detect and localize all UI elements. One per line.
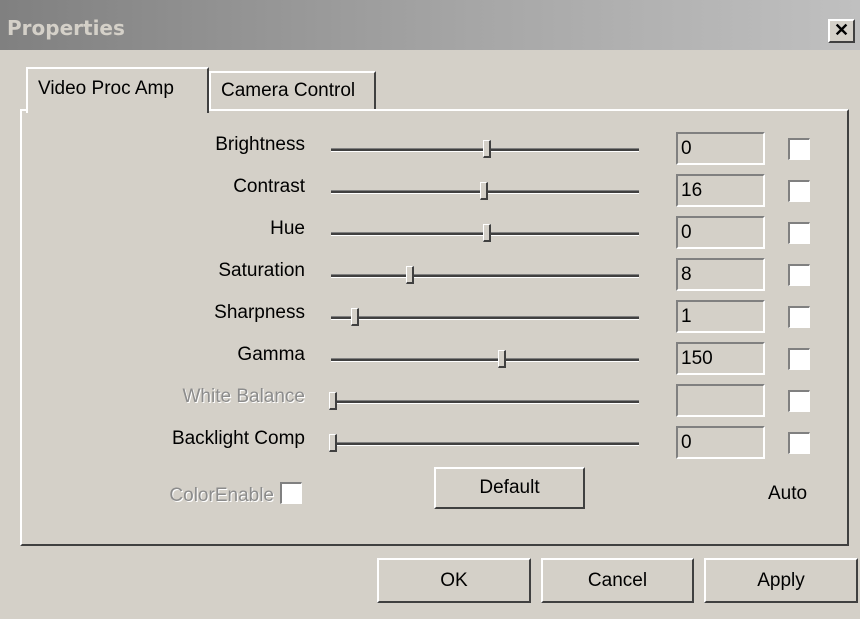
window-title: Properties	[7, 16, 125, 40]
cancel-button[interactable]: Cancel	[541, 558, 694, 603]
title-bar: Properties ✕	[0, 0, 860, 50]
tab-video-proc-amp[interactable]: Video Proc Amp	[26, 67, 209, 113]
tab-camera-control[interactable]: Camera Control	[209, 71, 376, 109]
apply-button[interactable]: Apply	[704, 558, 858, 603]
close-icon[interactable]: ✕	[828, 19, 855, 43]
tab-panel	[20, 109, 849, 546]
ok-button[interactable]: OK	[377, 558, 531, 603]
